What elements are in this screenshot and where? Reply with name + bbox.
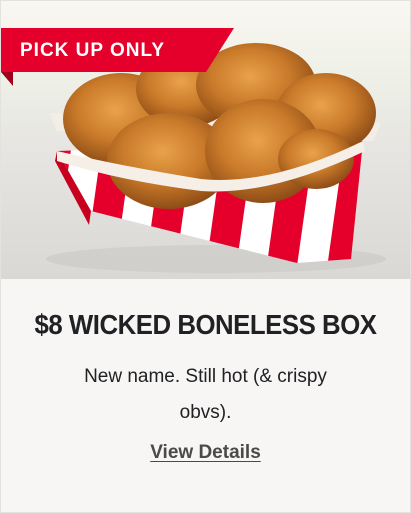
product-description: New name. Still hot (& crispy obvs).	[84, 366, 327, 423]
pickup-only-label: PICK UP ONLY	[20, 40, 166, 61]
product-info: $8 WICKED BONELESS BOX New name. Still h…	[1, 279, 410, 512]
product-title[interactable]: $8 WICKED BONELESS BOX	[17, 309, 393, 341]
product-card[interactable]: PICK UP ONLY $8 WICKED BONELESS BOX New …	[0, 0, 411, 513]
badge-fold	[1, 72, 13, 86]
view-details-link[interactable]: View Details	[1, 442, 410, 464]
product-image[interactable]: PICK UP ONLY	[1, 1, 410, 279]
